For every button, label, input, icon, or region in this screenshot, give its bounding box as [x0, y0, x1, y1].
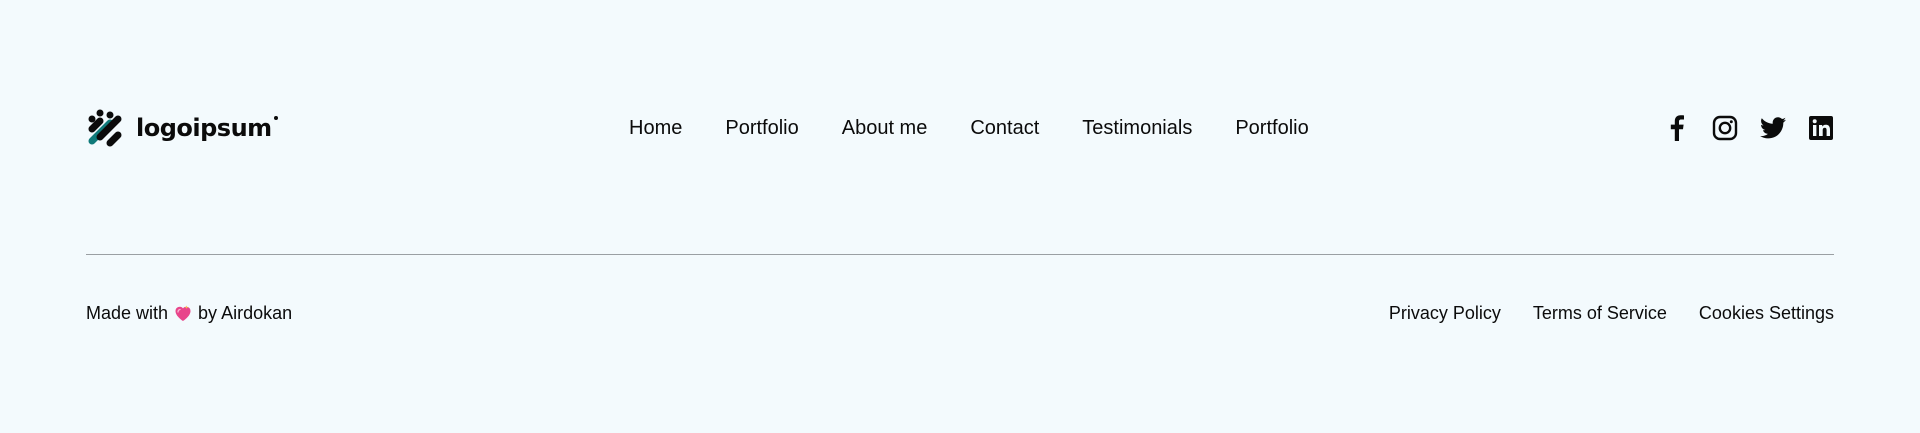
twitter-link[interactable] — [1760, 115, 1786, 141]
logo-text: logoipsum — [136, 114, 278, 142]
twitter-icon — [1760, 117, 1786, 139]
facebook-link[interactable] — [1664, 115, 1690, 141]
credit-prefix: Made with — [86, 302, 169, 323]
terms-of-service-link[interactable]: Terms of Service — [1533, 303, 1667, 324]
social-links — [1664, 115, 1834, 141]
nav-item-about-me[interactable]: About me — [842, 117, 928, 140]
legal-links: Privacy Policy Terms of Service Cookies … — [1389, 303, 1834, 324]
cookies-settings-link[interactable]: Cookies Settings — [1699, 303, 1834, 324]
instagram-link[interactable] — [1712, 115, 1738, 141]
instagram-icon — [1712, 115, 1738, 141]
credit-suffix: by Airdokan — [198, 302, 293, 323]
nav-item-testimonials[interactable]: Testimonials — [1082, 117, 1192, 140]
logo-mark-icon — [88, 109, 122, 147]
linkedin-link[interactable] — [1808, 115, 1834, 141]
site-footer: logoipsum Home Portfolio About me Contac… — [0, 0, 1920, 433]
main-nav: Home Portfolio About me Contact Testimon… — [629, 117, 1309, 140]
footer-divider — [86, 254, 1834, 255]
nav-item-home[interactable]: Home — [629, 117, 682, 140]
logo-link[interactable]: logoipsum — [86, 109, 278, 147]
nav-item-portfolio[interactable]: Portfolio — [725, 117, 798, 140]
footer-top-row: logoipsum Home Portfolio About me Contac… — [86, 104, 1834, 152]
credit-text: Made with by Airdokan — [86, 303, 292, 324]
heart-icon — [175, 305, 191, 321]
footer-bottom-row: Made with by Airdokan Privacy Policy Ter… — [86, 298, 1834, 328]
nav-item-contact[interactable]: Contact — [970, 117, 1039, 140]
linkedin-icon — [1809, 116, 1833, 140]
nav-item-portfolio-2[interactable]: Portfolio — [1235, 117, 1308, 140]
privacy-policy-link[interactable]: Privacy Policy — [1389, 303, 1501, 324]
facebook-icon — [1670, 115, 1684, 141]
